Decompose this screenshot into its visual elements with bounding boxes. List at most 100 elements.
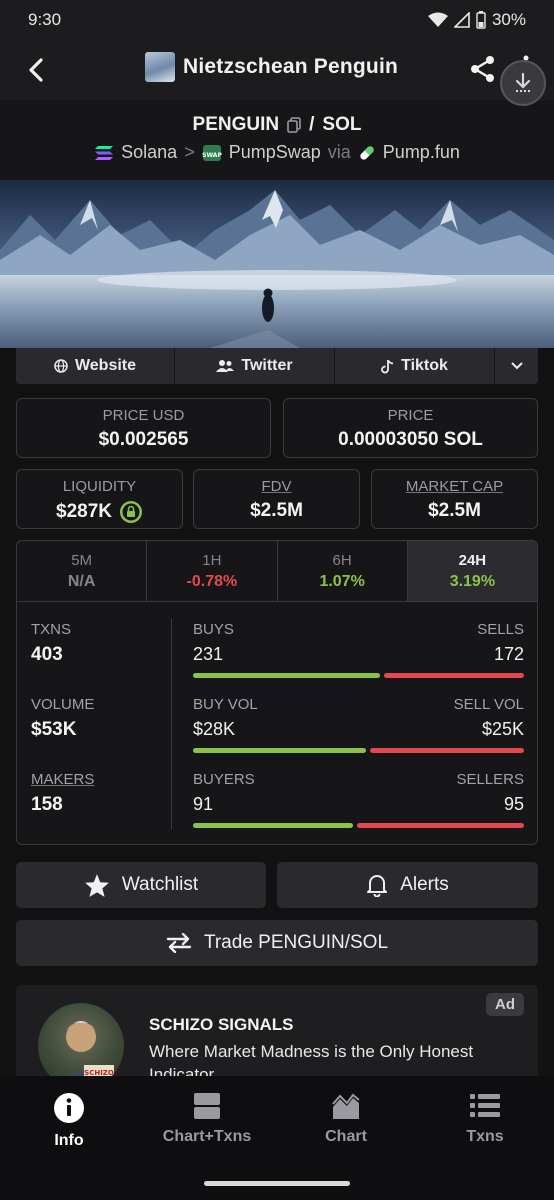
txns-label: TXNS: [31, 621, 72, 638]
alerts-label: Alerts: [400, 874, 449, 895]
tab-label: 6H: [332, 551, 352, 569]
app-title-wrap: Nietzschean Penguin: [145, 52, 398, 82]
tab-change: N/A: [67, 572, 96, 590]
share-button[interactable]: [468, 54, 498, 84]
trading-stats-panel: 5M N/A 1H -0.78% 6H 1.07% 24H 3.19% TXNS…: [16, 540, 538, 845]
more-links-dropdown[interactable]: [495, 348, 538, 384]
price-native-label: PRICE: [387, 407, 434, 424]
token-thumbnail: [145, 52, 175, 82]
timeframe-tabs: 5M N/A 1H -0.78% 6H 1.07% 24H 3.19%: [17, 541, 537, 602]
buy-bar: [193, 823, 354, 828]
watchlist-button[interactable]: Watchlist: [16, 862, 266, 908]
ad-badge: Ad: [486, 993, 524, 1016]
chain-chevron: >: [184, 142, 195, 162]
chain-name[interactable]: Solana: [121, 142, 177, 163]
sells-label: SELLS: [477, 621, 524, 638]
tab-label: 5M: [71, 551, 93, 569]
tab-1h[interactable]: 1H -0.78%: [147, 541, 278, 601]
volume-label: VOLUME: [31, 696, 95, 713]
makers-stat[interactable]: MAKERS 158: [31, 771, 94, 816]
buy-bar: [193, 673, 380, 678]
watchlist-label: Watchlist: [121, 874, 199, 895]
liquidity-value-row: $287K: [17, 500, 182, 524]
home-indicator[interactable]: [204, 1181, 350, 1186]
battery-level: 30%: [491, 10, 526, 29]
sell-vol-value: $25K: [481, 719, 524, 739]
lock-icon[interactable]: [119, 500, 143, 524]
signal-icon: [453, 12, 470, 28]
price-usd-label: PRICE USD: [102, 407, 185, 424]
quote-symbol: SOL: [322, 114, 362, 135]
chevron-left-icon: [29, 58, 43, 82]
nav-item-info[interactable]: Info: [14, 1092, 124, 1150]
pair-line: PENGUIN / SOL: [0, 114, 554, 136]
sell-bar: [370, 748, 524, 753]
buyers-sellers-stat: BUYERS SELLERS 91 95: [193, 771, 524, 828]
status-icons: 30%: [427, 10, 526, 30]
globe-icon: [54, 359, 68, 373]
liquidity-value: $287K: [56, 501, 112, 522]
info-icon: [54, 1093, 84, 1123]
sells-value: 172: [493, 644, 524, 664]
tab-24h[interactable]: 24H 3.19%: [407, 541, 537, 601]
tab-label: 24H: [458, 551, 487, 569]
split-view-icon: [194, 1093, 220, 1119]
price-native-card: PRICE 0.00003050 SOL: [283, 398, 538, 458]
website-label: Website: [74, 357, 137, 374]
tab-6h[interactable]: 6H 1.07%: [278, 541, 408, 601]
via-label: via: [327, 142, 351, 162]
dex-name[interactable]: PumpSwap: [229, 142, 321, 163]
chevron-down-icon: [510, 362, 523, 370]
volume-stat: VOLUME $53K: [31, 696, 94, 741]
nav-item-txns[interactable]: Txns: [430, 1092, 540, 1146]
base-symbol: PENGUIN: [192, 114, 280, 135]
trade-label: Trade PENGUIN/SOL: [203, 932, 389, 953]
makers-value: 158: [31, 794, 63, 815]
copy-icon[interactable]: [287, 117, 301, 133]
volume-ratio-bar: [193, 748, 524, 753]
fdv-card[interactable]: FDV $2.5M: [193, 469, 360, 529]
tiktok-link-button[interactable]: Tiktok: [335, 348, 495, 384]
nav-item-chart-txns[interactable]: Chart+Txns: [152, 1092, 262, 1146]
status-time: 9:30: [28, 10, 62, 29]
wifi-icon: [427, 12, 448, 27]
market-cap-label: MARKET CAP: [405, 478, 504, 495]
bell-icon: [367, 875, 388, 897]
nav-item-chart[interactable]: Chart: [291, 1092, 401, 1146]
solana-icon: [95, 145, 114, 160]
trade-button[interactable]: Trade PENGUIN/SOL: [16, 920, 538, 966]
twitter-label: Twitter: [241, 357, 293, 374]
status-bar: 9:30 30%: [0, 0, 554, 40]
buys-label: BUYS: [193, 621, 234, 638]
floating-download-button[interactable]: [500, 60, 546, 106]
twitter-link-button[interactable]: Twitter: [175, 348, 335, 384]
sell-bar: [383, 673, 524, 678]
market-cap-card[interactable]: MARKET CAP $2.5M: [371, 469, 538, 529]
launchpad-name[interactable]: Pump.fun: [383, 142, 460, 163]
swap-arrows-icon: [166, 933, 192, 953]
volume-value: $53K: [31, 719, 77, 740]
buy-vol-label: BUY VOL: [193, 696, 258, 713]
alerts-button[interactable]: Alerts: [277, 862, 538, 908]
buyers-label: BUYERS: [193, 771, 255, 788]
buy-bar: [193, 748, 367, 753]
pair-separator: /: [309, 114, 315, 135]
nav-label-chart-txns: Chart+Txns: [162, 1128, 252, 1145]
tiktok-label: Tiktok: [401, 357, 448, 374]
fdv-label: FDV: [261, 478, 292, 495]
page-title: Nietzschean Penguin: [183, 55, 399, 78]
website-link-button[interactable]: Website: [16, 348, 175, 384]
buys-sells-ratio-bar: [193, 673, 524, 678]
tab-label: 1H: [202, 551, 222, 569]
tab-5m[interactable]: 5M N/A: [17, 541, 148, 601]
nav-label-info: Info: [54, 1132, 84, 1149]
sell-bar: [357, 823, 524, 828]
market-cap-value: $2.5M: [428, 500, 481, 521]
banner-artwork: [0, 180, 554, 348]
txns-stat: TXNS 403: [31, 621, 71, 666]
sellers-label: SELLERS: [456, 771, 524, 788]
tiktok-icon: [381, 359, 394, 373]
star-icon: [84, 873, 109, 897]
list-icon: [470, 1094, 500, 1117]
back-button[interactable]: [20, 54, 52, 86]
